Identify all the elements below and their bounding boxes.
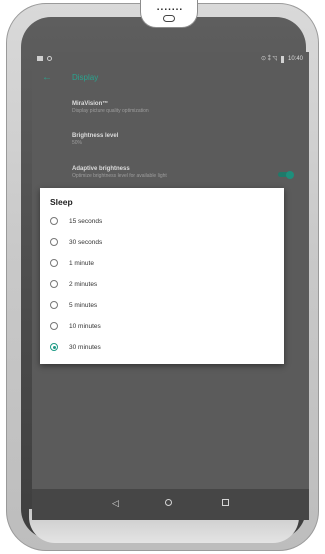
radio-button[interactable] [50,259,58,267]
option-label: 10 minutes [69,322,101,330]
option-label: 30 seconds [69,238,103,246]
option-label: 2 minutes [69,280,98,288]
sleep-option-2-minutes[interactable]: 2 minutes [50,274,270,294]
battery-icon [280,55,284,63]
radio-button[interactable] [50,238,58,246]
adaptive-brightness-toggle[interactable] [278,171,294,179]
radio-button[interactable] [50,301,58,309]
screen: ⊙ ⁑ ◹ 10:40 ← Display MiraVision™ Displa… [32,52,309,520]
pref-subtitle: Optimize brightness level for available … [72,173,167,179]
nav-recents-icon[interactable] [222,499,229,506]
option-label: 30 minutes [69,343,101,351]
camera-icon [163,15,175,22]
option-label: 15 seconds [69,217,103,225]
nav-back-icon[interactable]: ◁ [112,498,119,509]
option-label: 5 minutes [69,301,98,309]
pref-title: Brightness level [72,133,119,139]
status-clock: 10:40 [287,56,303,62]
radio-button[interactable] [50,322,58,330]
pref-subtitle: Display picture quality optimization [72,108,149,114]
status-icons: ⊙ ⁑ ◹ [261,56,277,62]
pref-miravision[interactable]: MiraVision™ Display picture quality opti… [72,100,149,115]
sleep-option-15-seconds[interactable]: 15 seconds [50,211,270,231]
notification-icon [37,56,43,61]
pref-subtitle: 50% [72,140,83,146]
back-arrow-icon[interactable]: ← [42,72,52,84]
camera-notch: ....... [140,0,198,28]
pref-title: MiraVision™ [72,101,109,107]
nav-bar: ◁ [32,489,309,520]
pref-brightness-level[interactable]: Brightness level 50% [72,132,118,147]
sleep-option-30-seconds[interactable]: 30 seconds [50,232,270,252]
status-bar: ⊙ ⁑ ◹ 10:40 [32,52,309,68]
toggle-thumb [286,171,294,179]
radio-button[interactable] [50,280,58,288]
sleep-dialog: Sleep 15 seconds 30 seconds 1 minute 2 m… [40,188,284,364]
sleep-option-5-minutes[interactable]: 5 minutes [50,295,270,315]
sleep-option-1-minute[interactable]: 1 minute [50,253,270,273]
sleep-option-30-minutes[interactable]: 30 minutes [50,337,270,357]
pref-title: Adaptive brightness [72,166,130,172]
sync-icon [47,56,52,61]
speaker-grille: ....... [156,2,184,13]
dialog-title: Sleep [50,197,73,207]
nav-home-icon[interactable] [165,499,172,506]
radio-button-selected[interactable] [50,343,58,351]
radio-button[interactable] [50,217,58,225]
app-bar: ← Display [32,68,309,90]
option-label: 1 minute [69,259,94,267]
pref-adaptive-brightness[interactable]: Adaptive brightness Optimize brightness … [72,165,167,180]
sleep-option-10-minutes[interactable]: 10 minutes [50,316,270,336]
page-title: Display [72,73,99,82]
